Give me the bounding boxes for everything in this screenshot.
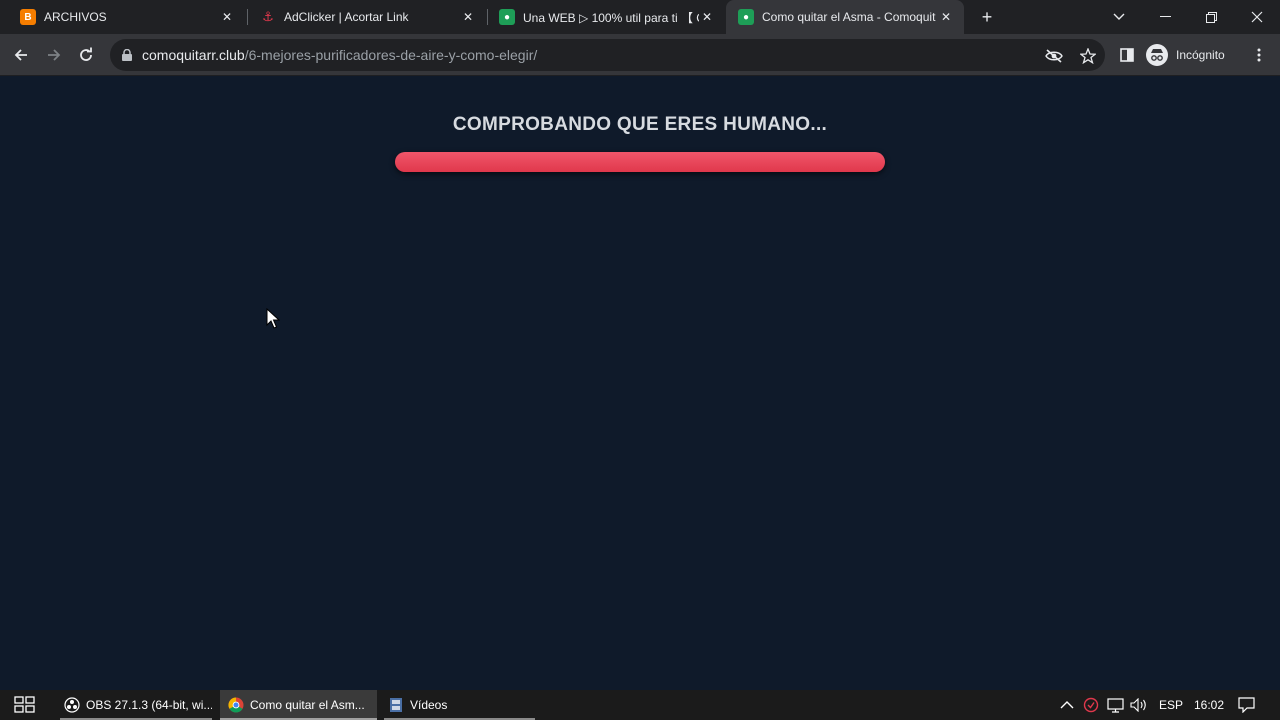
volume-icon[interactable] [1130, 690, 1148, 720]
obs-icon [64, 697, 80, 713]
link-icon: ⚓ [262, 9, 274, 24]
blogger-icon: B [20, 9, 36, 25]
url-path: /6-mejores-purificadores-de-aire-y-como-… [244, 47, 538, 63]
windows-taskbar: OBS 27.1.3 (64-bit, wi... Como quitar el… [0, 690, 1280, 720]
eye-off-icon[interactable] [1045, 47, 1063, 65]
restore-icon[interactable] [1188, 0, 1234, 34]
taskbar-item-obs[interactable]: OBS 27.1.3 (64-bit, wi... [60, 690, 212, 720]
tab-archivos[interactable]: B ARCHIVOS ✕ [8, 0, 245, 34]
close-window-icon[interactable] [1234, 0, 1280, 34]
url-host: comoquitarr.club [142, 47, 245, 63]
bookmark-star-icon[interactable] [1079, 47, 1097, 65]
mouse-cursor-icon [266, 308, 280, 329]
close-icon[interactable]: ✕ [699, 9, 715, 25]
tab-title: Como quitar el Asma - Comoquit [762, 10, 936, 24]
kebab-menu-icon[interactable] [1245, 41, 1273, 69]
progress-fill [395, 152, 885, 172]
close-icon[interactable]: ✕ [460, 9, 476, 25]
tray-app-icon[interactable] [1083, 690, 1099, 720]
tab-title: AdClicker | Acortar Link [284, 10, 409, 24]
show-hidden-icons-chevron-icon[interactable] [1060, 690, 1074, 720]
tab-strip: B ARCHIVOS ✕ ⚓ AdClicker | Acortar Link … [0, 0, 1280, 34]
tab-title: Una WEB ▷ 100% util para ti 【 Co [523, 10, 699, 25]
incognito-label: Incógnito [1176, 48, 1225, 62]
taskbar-item-chrome[interactable]: Como quitar el Asm... [220, 690, 377, 720]
url-text: comoquitarr.club/6-mejores-purificadores… [142, 47, 537, 63]
browser-toolbar: comoquitarr.club/6-mejores-purificadores… [0, 34, 1280, 76]
side-panel-icon[interactable] [1113, 41, 1141, 69]
back-arrow-icon[interactable] [7, 41, 35, 69]
minimize-icon[interactable] [1142, 0, 1188, 34]
close-icon[interactable]: ✕ [938, 9, 954, 25]
forward-arrow-icon[interactable] [40, 41, 68, 69]
notifications-icon[interactable] [1238, 690, 1255, 720]
address-bar[interactable]: comoquitarr.club/6-mejores-purificadores… [110, 39, 1105, 71]
taskbar-item-label: Vídeos [410, 698, 448, 712]
clock[interactable]: 16:02 [1194, 690, 1224, 720]
network-icon[interactable] [1107, 690, 1124, 720]
new-tab-button[interactable]: + [976, 6, 998, 28]
lock-icon[interactable] [120, 48, 134, 62]
close-icon[interactable]: ✕ [219, 9, 235, 25]
incognito-icon [1146, 44, 1168, 66]
taskbar-item-videos[interactable]: Vídeos [384, 690, 535, 720]
language-indicator[interactable]: ESP [1159, 690, 1183, 720]
tab-search-chevron-icon[interactable] [1096, 0, 1142, 34]
page-heading: COMPROBANDO QUE ERES HUMANO... [452, 114, 828, 135]
page-content: COMPROBANDO QUE ERES HUMANO... [0, 76, 1280, 690]
taskbar-item-label: OBS 27.1.3 (64-bit, wi... [86, 698, 212, 712]
verification-progress-bar [395, 152, 885, 172]
tab-como-quitar[interactable]: ● Como quitar el Asma - Comoquit ✕ [726, 0, 964, 34]
incognito-profile-button[interactable]: Incógnito [1146, 43, 1225, 67]
reload-icon[interactable] [72, 41, 100, 69]
task-view-icon[interactable] [14, 696, 36, 714]
tab-title: ARCHIVOS [44, 10, 107, 24]
tab-adclicker[interactable]: ⚓ AdClicker | Acortar Link ✕ [248, 0, 486, 34]
chrome-icon [228, 697, 244, 713]
site-icon: ● [499, 9, 515, 25]
folder-icon [388, 697, 404, 713]
taskbar-item-label: Como quitar el Asm... [250, 698, 365, 712]
site-icon: ● [738, 9, 754, 25]
tab-una-web[interactable]: ● Una WEB ▷ 100% util para ti 【 Co ✕ [487, 0, 725, 34]
